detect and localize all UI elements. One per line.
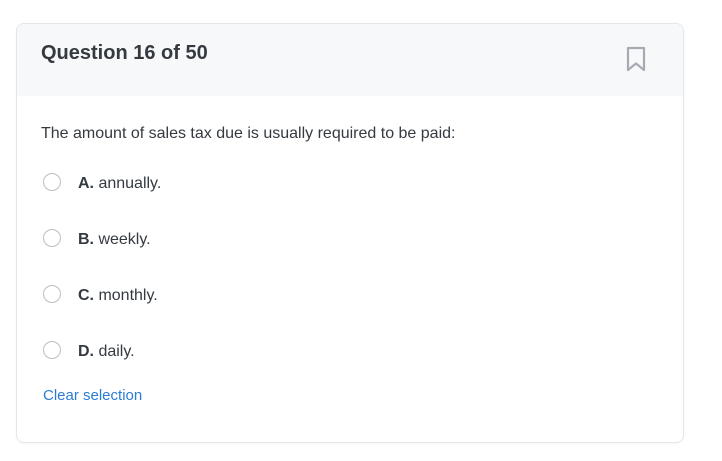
answer-options: A. annually. B. weekly. C. monthly. D. d… (41, 169, 641, 393)
question-text: The amount of sales tax due is usually r… (41, 125, 456, 142)
question-header: Question 16 of 50 (17, 24, 683, 96)
option-text: annually. (98, 175, 162, 192)
option-c[interactable]: C. monthly. (41, 281, 641, 337)
option-letter: C. (78, 287, 94, 304)
option-b[interactable]: B. weekly. (41, 225, 641, 281)
option-letter: B. (78, 231, 94, 248)
radio-button[interactable] (43, 285, 61, 303)
question-counter: Question 16 of 50 (41, 42, 208, 64)
bookmark-icon[interactable] (624, 45, 648, 73)
clear-selection-link[interactable]: Clear selection (43, 387, 142, 404)
option-letter: A. (78, 175, 94, 192)
option-label: C. monthly. (78, 287, 158, 305)
radio-button[interactable] (43, 341, 61, 359)
radio-button[interactable] (43, 229, 61, 247)
option-label: A. annually. (78, 175, 161, 193)
option-text: weekly. (98, 231, 151, 248)
option-label: B. weekly. (78, 231, 151, 249)
option-text: daily. (98, 343, 135, 360)
option-d[interactable]: D. daily. (41, 337, 641, 393)
option-letter: D. (78, 343, 94, 360)
radio-button[interactable] (43, 173, 61, 191)
question-card: Question 16 of 50 The amount of sales ta… (16, 23, 684, 443)
option-label: D. daily. (78, 343, 135, 361)
option-a[interactable]: A. annually. (41, 169, 641, 225)
option-text: monthly. (98, 287, 158, 304)
